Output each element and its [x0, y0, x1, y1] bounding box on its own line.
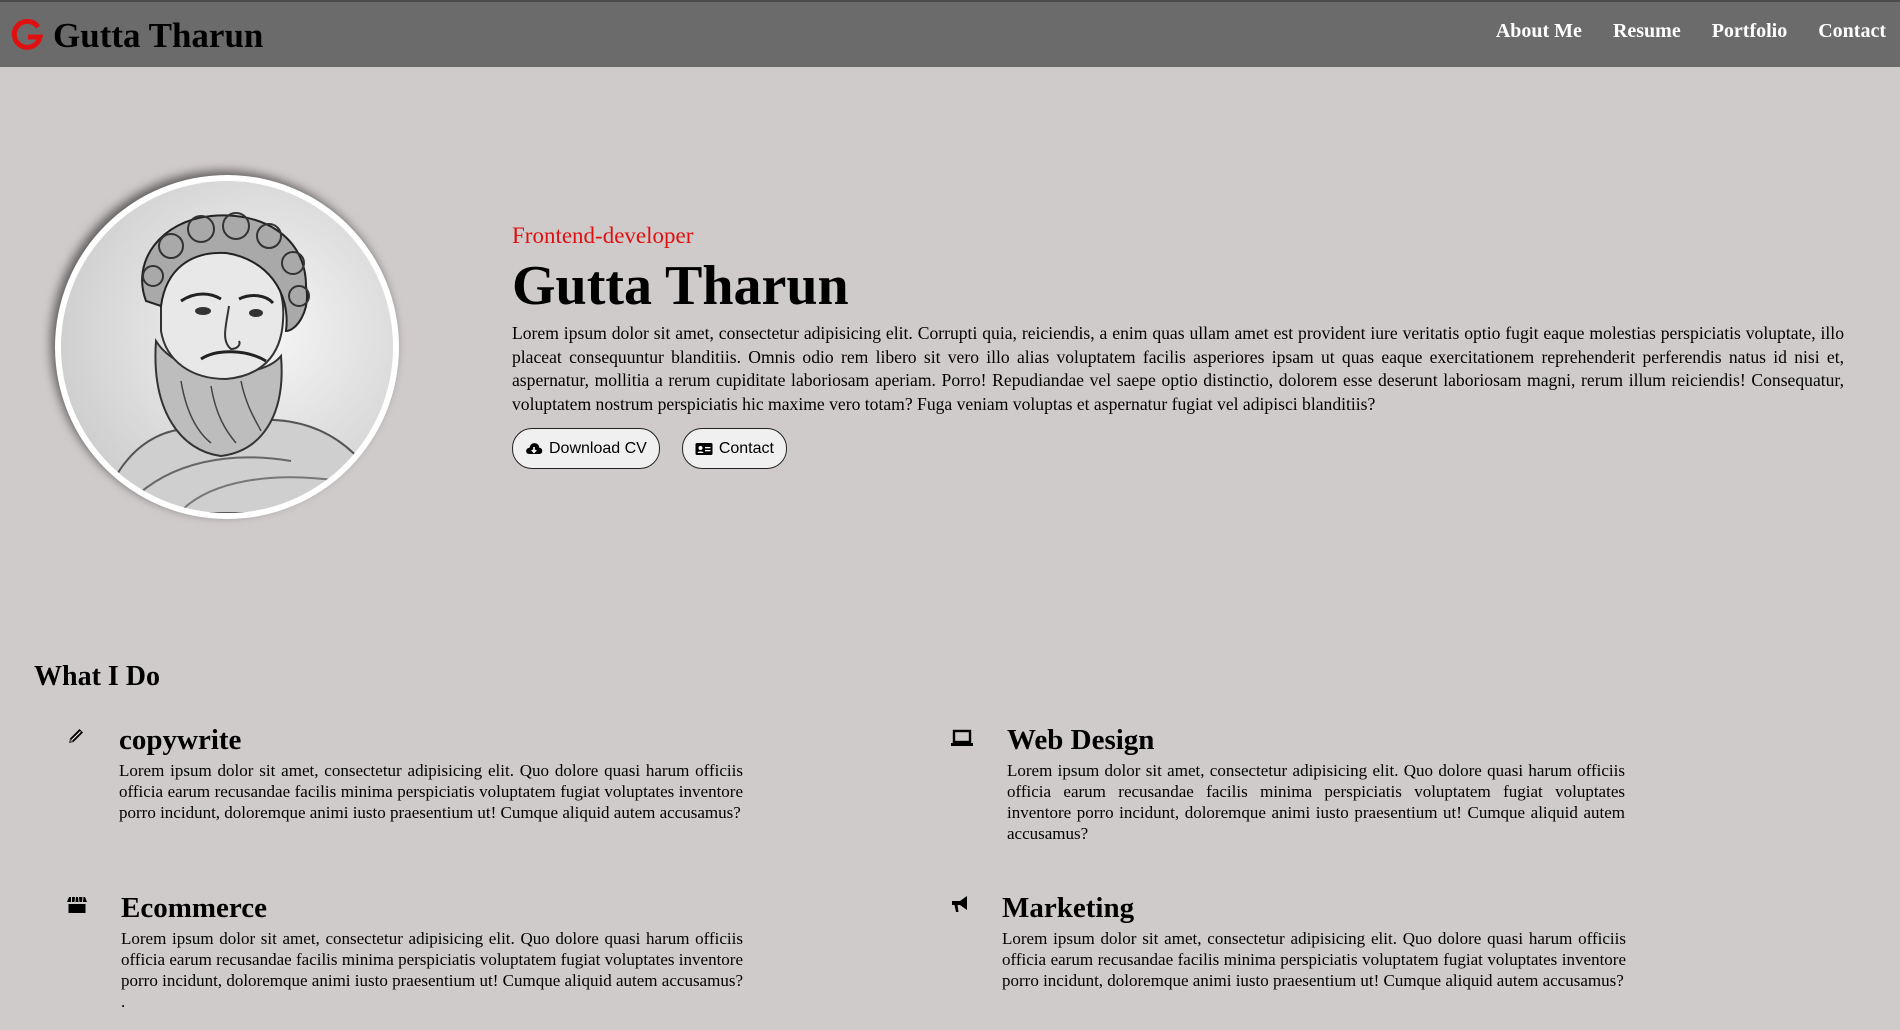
hero-description: Lorem ipsum dolor sit amet, consectetur …: [512, 323, 1844, 414]
hero-buttons: Download CV Contact: [512, 428, 1844, 469]
hero-intro: Frontend-developer Gutta Tharun Lorem ip…: [512, 222, 1844, 469]
nav-contact[interactable]: Contact: [1818, 20, 1886, 43]
profile-avatar-frame: [55, 175, 399, 519]
service-web-design: Web Design Lorem ipsum dolor sit amet, c…: [950, 724, 1625, 844]
top-navbar: Gutta Tharun About Me Resume Portfolio C…: [0, 0, 1900, 67]
service-copywrite: copywrite Lorem ipsum dolor sit amet, co…: [66, 724, 743, 823]
nav-about-me[interactable]: About Me: [1496, 20, 1582, 43]
philosopher-sketch-image: [61, 181, 393, 513]
brand-logo-icon: [10, 18, 44, 52]
what-i-do-title: What I Do: [34, 661, 161, 692]
contact-label: Contact: [718, 439, 774, 457]
nav-resume[interactable]: Resume: [1613, 20, 1681, 43]
service-description: Lorem ipsum dolor sit amet, consectetur …: [1007, 761, 1625, 843]
service-marketing: Marketing Lorem ipsum dolor sit amet, co…: [950, 892, 1626, 991]
profile-avatar: [61, 181, 393, 513]
contact-button[interactable]: Contact: [681, 428, 787, 469]
service-title: Web Design: [1007, 724, 1155, 756]
store-icon: [66, 896, 88, 914]
main-nav: About Me Resume Portfolio Contact: [1496, 20, 1886, 43]
cloud-download-icon: [525, 441, 543, 457]
download-cv-label: Download CV: [549, 439, 647, 457]
megaphone-icon: [950, 894, 970, 914]
service-title: copywrite: [119, 724, 242, 756]
service-description: Lorem ipsum dolor sit amet, consectetur …: [121, 929, 743, 1011]
download-cv-button[interactable]: Download CV: [512, 428, 660, 469]
brand-name: Gutta Tharun: [53, 15, 264, 55]
nav-portfolio[interactable]: Portfolio: [1712, 20, 1788, 43]
service-title: Ecommerce: [121, 892, 267, 924]
service-title: Marketing: [1002, 892, 1135, 924]
service-ecommerce: Ecommerce Lorem ipsum dolor sit amet, co…: [66, 892, 743, 1012]
laptop-icon: [950, 728, 974, 748]
brand[interactable]: Gutta Tharun: [10, 12, 263, 58]
service-description: Lorem ipsum dolor sit amet, consectetur …: [1002, 929, 1626, 990]
contact-card-icon: [695, 441, 713, 457]
service-description: Lorem ipsum dolor sit amet, consectetur …: [119, 761, 743, 822]
hero-name: Gutta Tharun: [512, 255, 849, 317]
hero-role: Frontend-developer: [512, 223, 694, 248]
pencil-icon: [66, 726, 86, 746]
